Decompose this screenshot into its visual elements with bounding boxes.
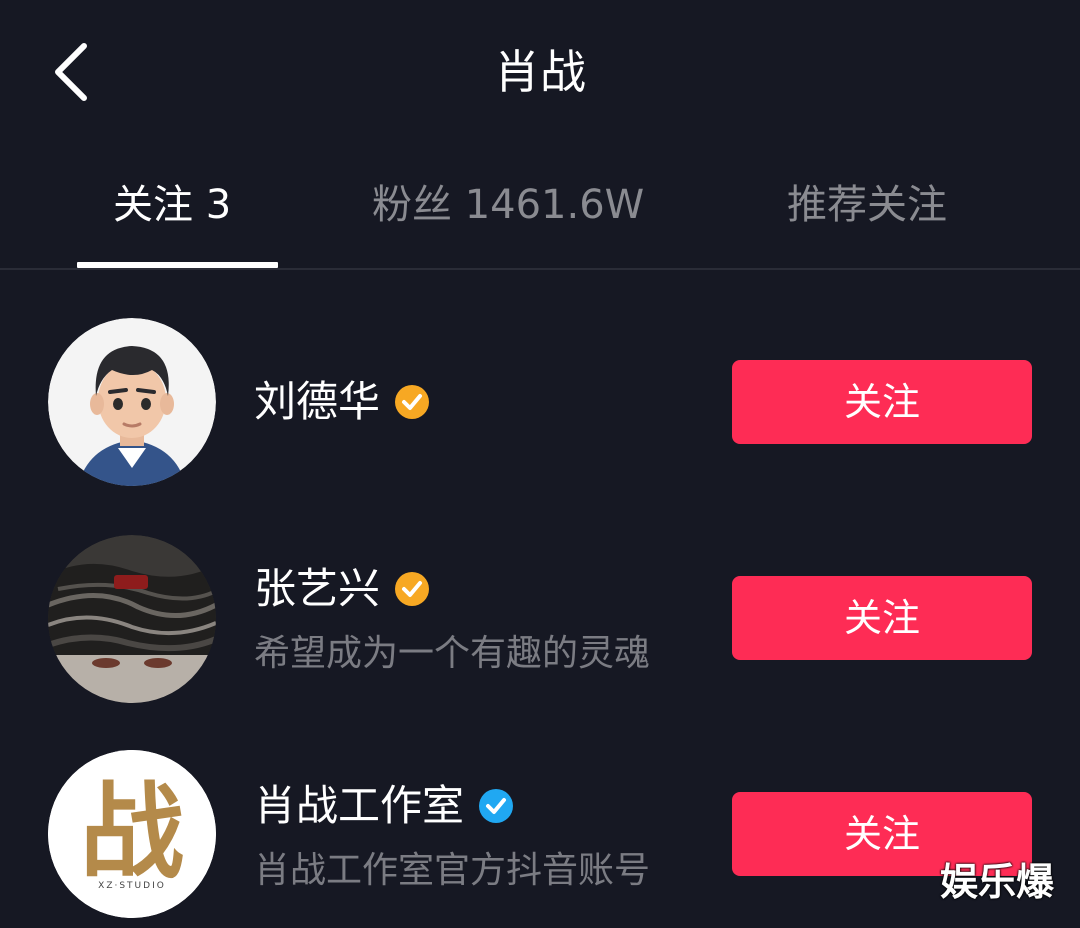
user-name[interactable]: 肖战工作室 [254,780,464,832]
user-name[interactable]: 张艺兴 [254,563,380,615]
top-bar: 肖战 [0,0,1080,140]
tab-recommended[interactable]: 推荐关注 [787,180,947,230]
avatar[interactable]: 战 XZ·STUDIO [48,750,216,918]
list-item[interactable]: 张艺兴 希望成为一个有趣的灵魂 关注 [0,525,1080,725]
avatar[interactable] [48,535,216,703]
follow-button[interactable]: 关注 [732,576,1032,660]
follow-button[interactable]: 关注 [732,360,1032,444]
studio-logo-caption: XZ·STUDIO [98,881,166,891]
verified-check-icon [395,572,430,606]
tab-bar: 关注 3 粉丝 1461.6W 推荐关注 [0,160,1080,270]
page-title: 肖战 [494,45,586,99]
watermark: 娱乐爆 [940,860,1055,904]
user-name[interactable]: 刘德华 [254,376,380,428]
tab-fans[interactable]: 粉丝 1461.6W [372,180,644,230]
tab-following[interactable]: 关注 3 [113,180,231,230]
verified-check-icon [395,385,430,419]
user-description: 肖战工作室官方抖音账号 [254,850,651,891]
verified-check-icon [479,789,514,823]
studio-logo-glyph: 战 [80,770,184,893]
list-item[interactable]: 战 XZ·STUDIO 肖战工作室 肖战工作室官方抖音账号 关注 [0,742,1080,928]
user-description: 希望成为一个有趣的灵魂 [254,633,651,674]
divider [0,268,1080,270]
avatar[interactable] [48,318,216,486]
list-item[interactable]: 刘德华 关注 [0,310,1080,510]
